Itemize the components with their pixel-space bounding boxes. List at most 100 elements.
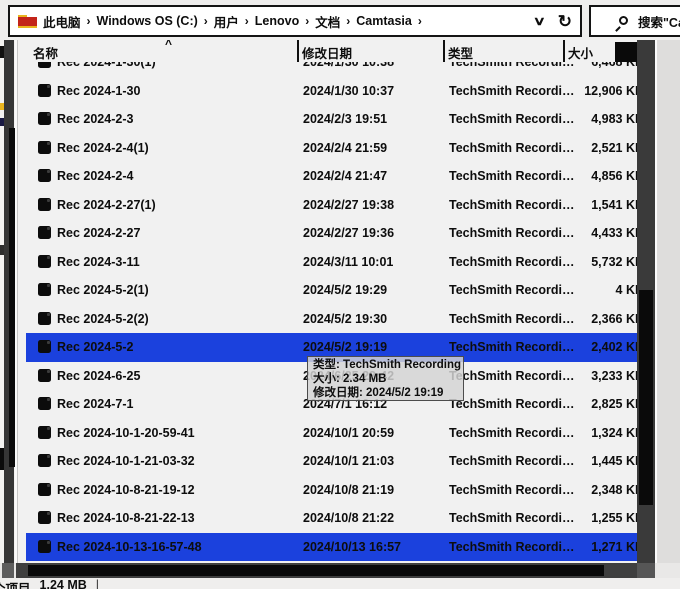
column-divider[interactable] <box>297 40 299 62</box>
file-row[interactable]: Rec 2024-10-1-20-59-41 2024/10/1 20:59 T… <box>26 419 637 448</box>
file-size: 2,402 KB <box>554 340 637 354</box>
file-icon <box>38 198 51 211</box>
address-bar[interactable]: 此电脑›Windows OS (C:)›用户›Lenovo›文档›Camtasi… <box>8 5 582 37</box>
scrollbar-corner <box>637 563 655 578</box>
file-name: Rec 2024-10-1-21-03-32 <box>57 454 195 468</box>
nav-scrollbar-track[interactable] <box>4 40 14 563</box>
breadcrumb-item[interactable]: Lenovo <box>255 14 299 28</box>
scrollbar-up-button[interactable] <box>615 42 637 62</box>
file-date: 2024/1/30 10:38 <box>303 62 394 69</box>
breadcrumb-item[interactable]: 用户 <box>214 12 239 31</box>
breadcrumb-chevron-icon: › <box>305 14 309 28</box>
sort-ascending-icon: ^ <box>165 40 172 51</box>
file-row[interactable]: Rec 2024-2-4 2024/2/4 21:47 TechSmith Re… <box>26 162 637 191</box>
tooltip-type-line: 类型: TechSmith Recording <box>313 358 458 372</box>
breadcrumb: 此电脑›Windows OS (C:)›用户›Lenovo›文档›Camtasi… <box>43 12 527 31</box>
file-date: 2024/10/1 20:59 <box>303 426 394 440</box>
column-header-date[interactable]: 修改日期 <box>302 43 352 62</box>
file-date: 2024/10/13 16:57 <box>303 540 401 554</box>
file-row[interactable]: Rec 2024-3-11 2024/3/11 10:01 TechSmith … <box>26 248 637 277</box>
file-date: 2024/3/11 10:01 <box>303 255 393 269</box>
file-icon <box>38 397 51 410</box>
file-row[interactable]: Rec 2024-10-13-16-57-48 2024/10/13 16:57… <box>26 533 637 562</box>
file-date: 2024/5/2 19:19 <box>303 340 387 354</box>
column-divider[interactable] <box>443 40 445 62</box>
file-row[interactable]: Rec 2024-2-27(1) 2024/2/27 19:38 TechSmi… <box>26 191 637 220</box>
breadcrumb-item[interactable]: 文档 <box>315 12 340 31</box>
breadcrumb-item[interactable]: Camtasia <box>356 14 412 28</box>
file-date: 2024/2/27 19:36 <box>303 226 394 240</box>
file-name: Rec 2024-3-11 <box>57 255 140 269</box>
file-size: 1,445 KB <box>554 454 637 468</box>
file-icon <box>38 112 51 125</box>
column-header-name[interactable]: 名称 <box>33 43 58 62</box>
file-row[interactable]: Rec 2024-5-2(2) 2024/5/2 19:30 TechSmith… <box>26 305 637 334</box>
file-name: Rec 2024-2-27 <box>57 226 140 240</box>
file-size: 1,324 KB <box>554 426 637 440</box>
file-icon <box>38 454 51 467</box>
breadcrumb-chevron-icon: › <box>346 14 350 28</box>
file-row[interactable]: Rec 2024-10-8-21-22-13 2024/10/8 21:22 T… <box>26 504 637 533</box>
file-size: 1,541 KB <box>554 198 637 212</box>
list-scrollbar-thumb[interactable] <box>639 290 653 505</box>
file-icon <box>38 141 51 154</box>
status-divider: | <box>96 578 99 589</box>
file-date: 2024/10/8 21:19 <box>303 483 394 497</box>
folder-icon <box>18 15 37 28</box>
file-date: 2024/5/2 19:30 <box>303 312 387 326</box>
file-name: Rec 2024-10-1-20-59-41 <box>57 426 195 440</box>
file-explorer-window: 此电脑›Windows OS (C:)›用户›Lenovo›文档›Camtasi… <box>0 0 680 589</box>
search-icon <box>619 16 628 25</box>
file-row[interactable]: Rec 2024-10-8-21-19-12 2024/10/8 21:19 T… <box>26 476 637 505</box>
file-name: Rec 2024-5-2(1) <box>57 283 149 297</box>
status-bar: 个项目 1.24 MB | <box>0 578 680 589</box>
file-name: Rec 2024-2-3 <box>57 112 133 126</box>
column-divider[interactable] <box>563 40 565 62</box>
file-date: 2024/5/2 19:29 <box>303 283 387 297</box>
horizontal-scrollbar-thumb[interactable] <box>28 565 604 576</box>
pane-separator[interactable] <box>15 40 18 563</box>
file-size: 1,255 KB <box>554 511 637 525</box>
horizontal-scrollbar <box>0 563 680 578</box>
refresh-icon[interactable]: ↻ <box>558 13 572 30</box>
file-row[interactable]: Rec 2024-5-2(1) 2024/5/2 19:29 TechSmith… <box>26 276 637 305</box>
breadcrumb-chevron-icon: › <box>245 14 249 28</box>
status-items-label: 个项目 <box>0 578 31 589</box>
file-name: Rec 2024-2-4(1) <box>57 141 149 155</box>
breadcrumb-item[interactable]: Windows OS (C:) <box>97 14 198 28</box>
file-name: Rec 2024-5-2 <box>57 340 133 354</box>
file-tooltip: 类型: TechSmith Recording 大小: 2.34 MB 修改日期… <box>307 356 464 401</box>
file-size: 4,983 KB <box>554 112 637 126</box>
file-row[interactable]: Rec 2024-10-1-21-03-32 2024/10/1 21:03 T… <box>26 447 637 476</box>
search-box[interactable]: 搜索"Camta <box>589 5 680 37</box>
file-name: Rec 2024-6-25 <box>57 369 140 383</box>
file-size: 6,468 KB <box>554 62 637 69</box>
column-header-row: 名称 ^ 修改日期 类型 大小 <box>19 40 637 62</box>
chevron-down-icon[interactable]: ∨ <box>533 15 546 27</box>
file-size: 2,521 KB <box>554 141 637 155</box>
file-size: 3,233 KB <box>554 369 637 383</box>
file-name: Rec 2024-10-13-16-57-48 <box>57 540 202 554</box>
breadcrumb-chevron-icon: › <box>418 14 422 28</box>
file-icon <box>38 511 51 524</box>
column-header-size[interactable]: 大小 <box>568 43 593 62</box>
file-list: Rec 2024-1-30(1) 2024/1/30 10:38 TechSmi… <box>19 62 637 563</box>
file-size: 2,348 KB <box>554 483 637 497</box>
scrollbar-left-button[interactable] <box>2 563 14 578</box>
file-row[interactable]: Rec 2024-2-4(1) 2024/2/4 21:59 TechSmith… <box>26 134 637 163</box>
file-row[interactable]: Rec 2024-2-3 2024/2/3 19:51 TechSmith Re… <box>26 105 637 134</box>
search-input[interactable]: 搜索"Camta <box>638 12 680 31</box>
file-row[interactable]: Rec 2024-1-30 2024/1/30 10:37 TechSmith … <box>26 77 637 106</box>
column-header-type[interactable]: 类型 <box>448 43 473 62</box>
file-icon <box>38 483 51 496</box>
file-date: 2024/2/27 19:38 <box>303 198 394 212</box>
breadcrumb-item[interactable]: 此电脑 <box>43 12 81 31</box>
file-icon <box>38 84 51 97</box>
file-row[interactable]: Rec 2024-2-27 2024/2/27 19:36 TechSmith … <box>26 219 637 248</box>
file-icon <box>38 426 51 439</box>
file-row[interactable]: Rec 2024-1-30(1) 2024/1/30 10:38 TechSmi… <box>26 62 637 77</box>
file-date: 2024/2/3 19:51 <box>303 112 387 126</box>
toolbar: 此电脑›Windows OS (C:)›用户›Lenovo›文档›Camtasi… <box>0 0 680 40</box>
horizontal-scrollbar-track[interactable] <box>16 563 637 578</box>
file-icon <box>38 226 51 239</box>
